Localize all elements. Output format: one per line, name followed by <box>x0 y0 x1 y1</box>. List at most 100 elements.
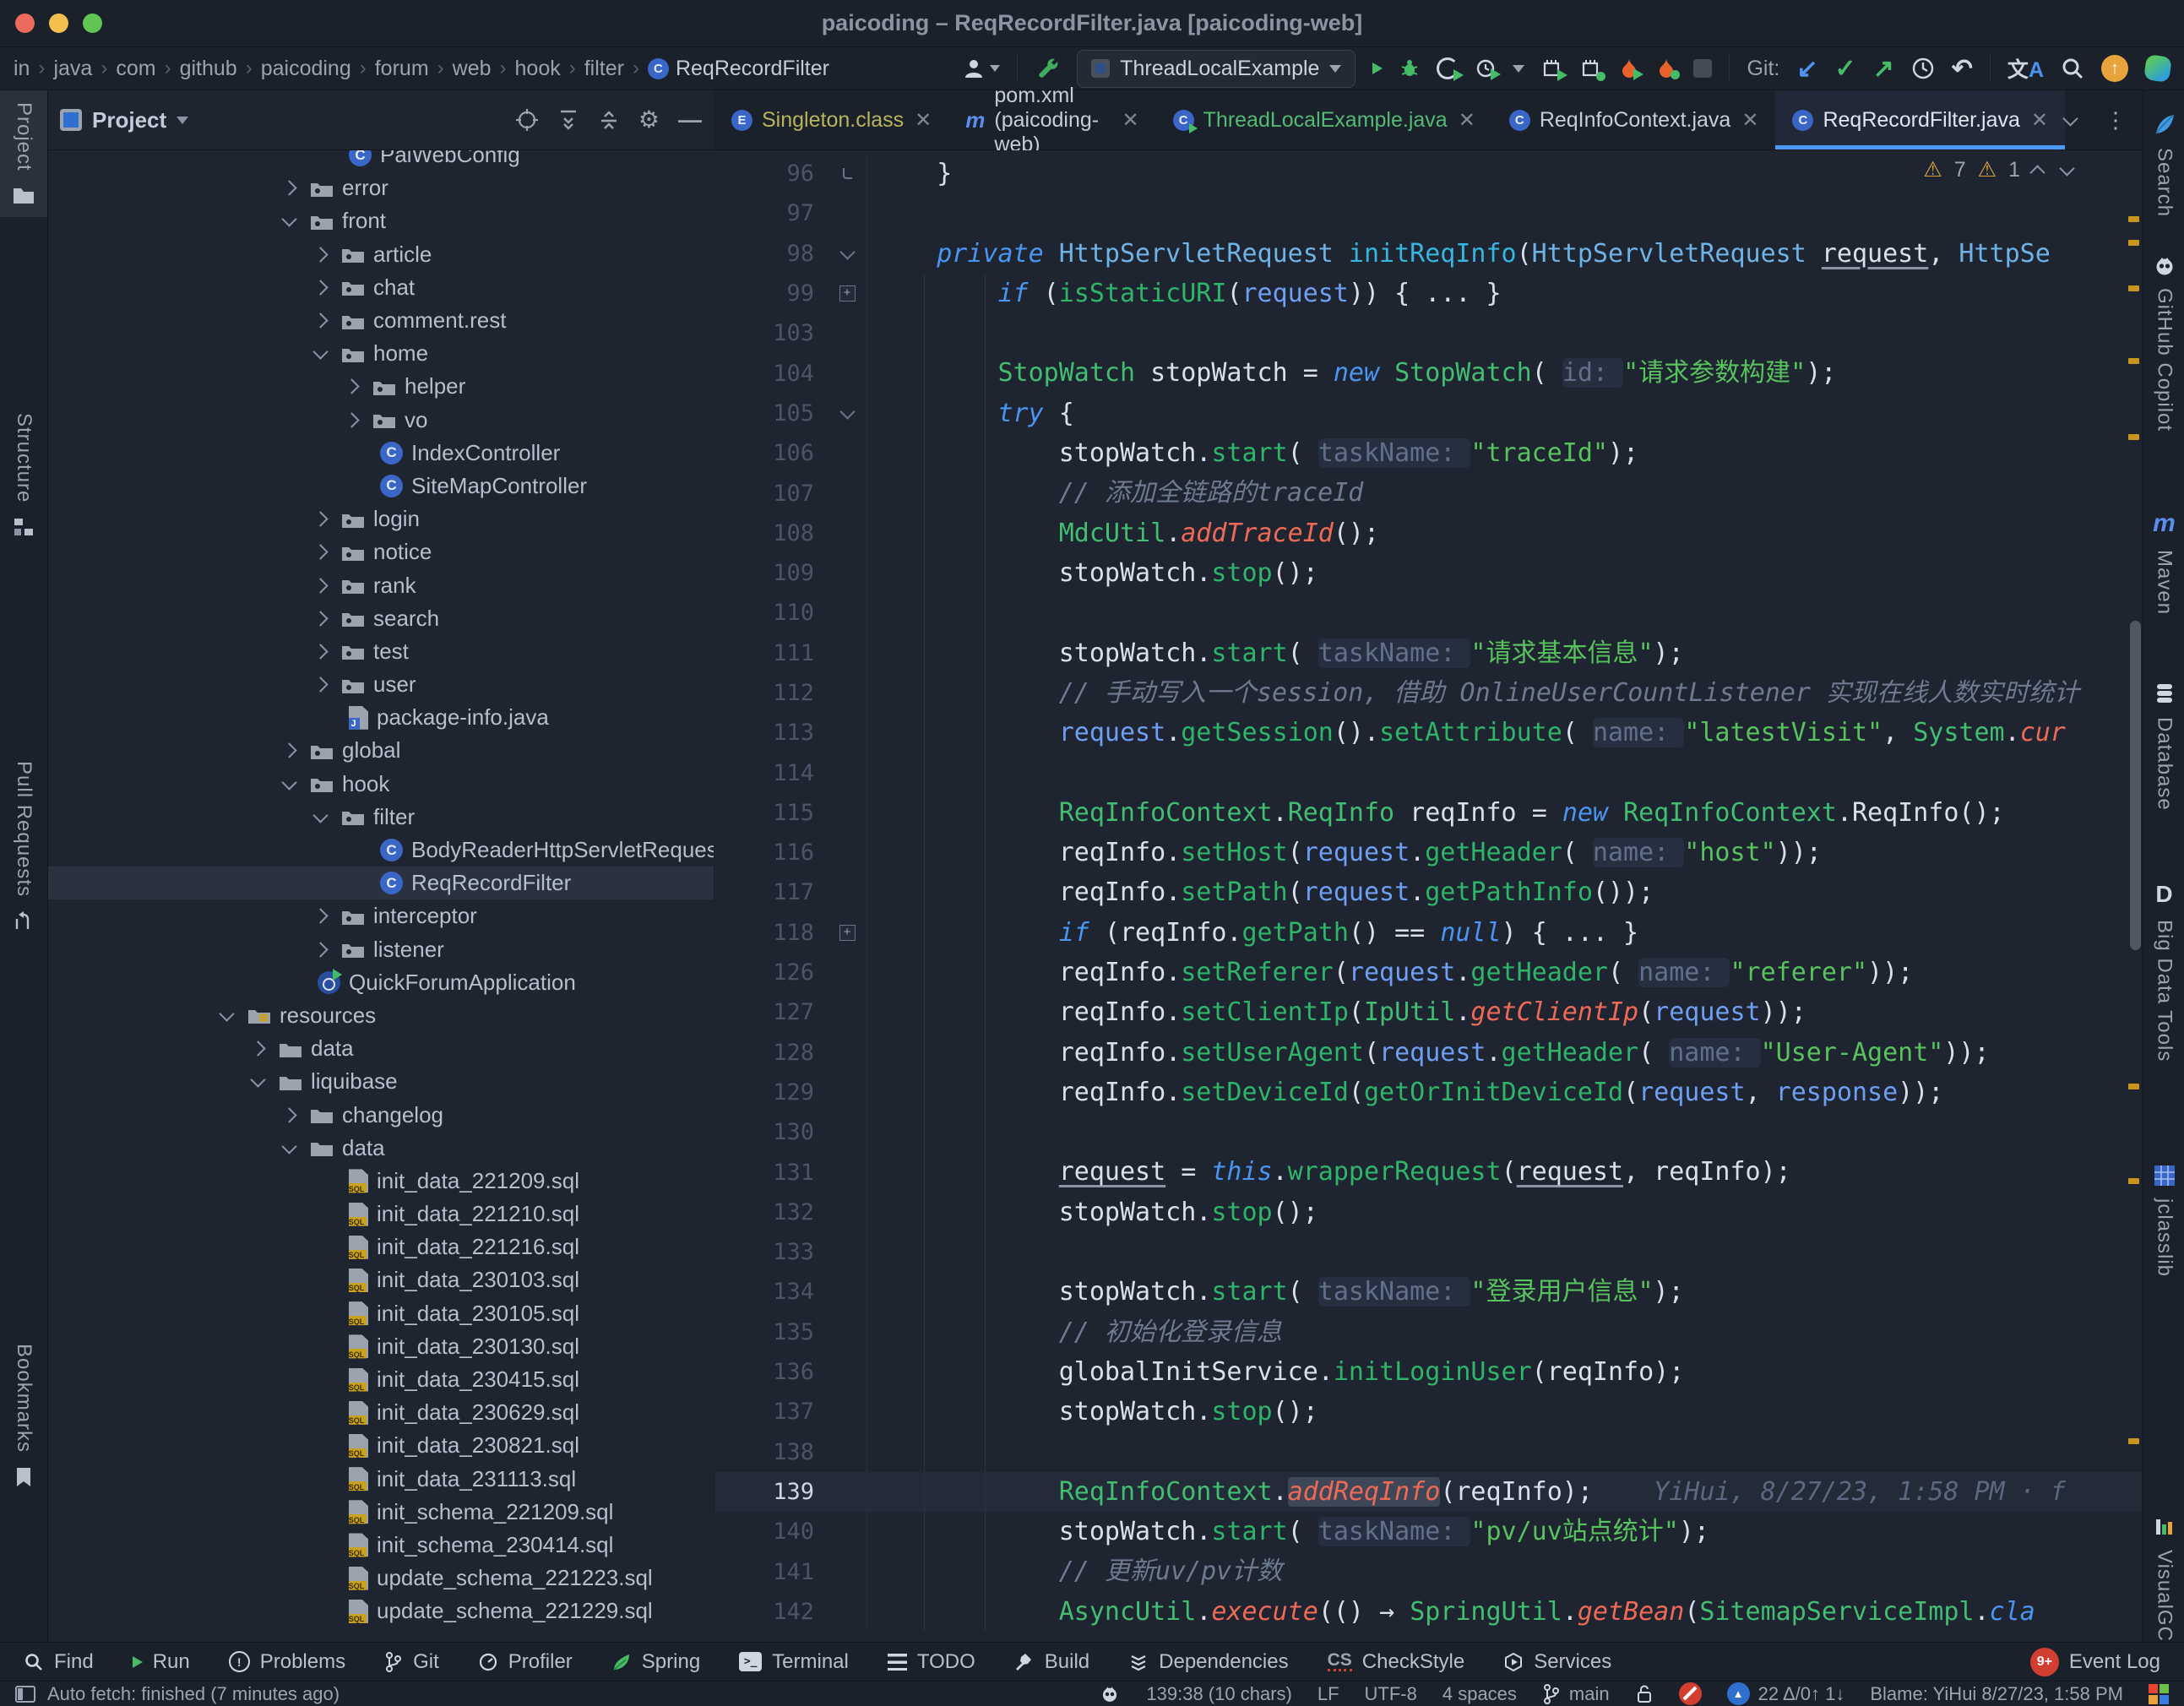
tree-row[interactable]: home <box>48 337 714 370</box>
zoom-window-icon[interactable] <box>83 14 102 33</box>
sidebar-item-project[interactable]: Project <box>0 90 47 217</box>
update-available-icon[interactable]: ↑ <box>2101 55 2128 82</box>
chevron-right-icon[interactable] <box>344 378 360 395</box>
tree-row[interactable]: SQL init_data_230415.sql <box>48 1363 714 1396</box>
chevron-right-icon[interactable] <box>344 411 360 428</box>
code-line[interactable]: 108 MdcUtil.addTraceId(); <box>714 513 2142 553</box>
tree-row[interactable]: SQL update_schema_221229.sql <box>48 1595 714 1627</box>
tree-row[interactable]: user <box>48 668 714 701</box>
sidebar-item-structure[interactable]: Structure <box>0 401 47 550</box>
tree-row[interactable]: login <box>48 503 714 535</box>
locate-icon[interactable] <box>515 108 539 132</box>
tree-row[interactable]: vo <box>48 404 714 437</box>
run-icon[interactable] <box>1372 62 1383 74</box>
code-editor[interactable]: 96 } 97 98 private HttpServletRequest init… <box>714 150 2142 1642</box>
code-line[interactable]: 126 reqInfo.setReferer(request.getHeader… <box>714 952 2142 993</box>
fold-open-icon[interactable] <box>839 404 856 420</box>
code-line[interactable]: 113 request.getSession().setAttribute( n… <box>714 713 2142 753</box>
tree-row[interactable]: listener <box>48 933 714 966</box>
inspections-widget[interactable]: ⚠ 7 ⚠ 1 <box>1923 157 2079 182</box>
status-item[interactable]: main <box>1542 1683 1610 1705</box>
flame-debug-icon[interactable] <box>1656 57 1681 79</box>
tab-threadlocalexample-java[interactable]: C ThreadLocalExample.java ✕ <box>1156 90 1492 149</box>
update-project-icon[interactable]: ↙ <box>1796 54 1817 84</box>
tool-button-services[interactable]: Services <box>1503 1650 1611 1674</box>
project-panel-title[interactable]: Project <box>60 107 189 133</box>
chevron-right-icon[interactable] <box>312 544 329 561</box>
chevron-right-icon[interactable] <box>250 1040 266 1057</box>
status-item[interactable] <box>1099 1684 1121 1704</box>
status-item[interactable] <box>1635 1684 1654 1704</box>
run-profiler-icon[interactable] <box>1541 57 1568 81</box>
code-line[interactable]: 142 AsyncUtil.execute(() → SpringUtil.ge… <box>714 1591 2142 1632</box>
breadcrumb-item[interactable]: java <box>53 57 92 81</box>
chevron-down-icon[interactable] <box>312 807 329 823</box>
close-icon[interactable]: ✕ <box>2031 108 2048 133</box>
tree-row[interactable]: chat <box>48 271 714 304</box>
tool-button-run[interactable]: Run <box>132 1650 190 1674</box>
close-icon[interactable]: ✕ <box>1459 108 1475 133</box>
fold-closed-icon[interactable]: + <box>839 924 856 941</box>
chevron-right-icon[interactable] <box>281 1106 297 1123</box>
tree-row[interactable]: data <box>48 1032 714 1065</box>
tree-row[interactable]: SQL init_data_231113.sql <box>48 1463 714 1496</box>
code-line[interactable]: 133 <box>714 1232 2142 1273</box>
tree-row[interactable]: front <box>48 204 714 237</box>
chevron-right-icon[interactable] <box>312 246 329 263</box>
tool-button-checkstyle[interactable]: CS CheckStyle <box>1327 1650 1464 1674</box>
code-line[interactable]: 110 <box>714 593 2142 633</box>
tool-button-find[interactable]: Find <box>24 1650 94 1674</box>
code-line[interactable]: 105 try { <box>714 393 2142 434</box>
tab-reqrecordfilter-java[interactable]: C ReqRecordFilter.java ✕ <box>1775 90 2065 149</box>
status-item[interactable]: Blame: YiHui 8/27/23, 1:58 PM <box>1870 1683 2123 1705</box>
status-item[interactable]: ▲ 22 Δ/0↑ 1↓ <box>1726 1682 1844 1705</box>
next-warning-icon[interactable] <box>2059 160 2075 177</box>
breadcrumb-item[interactable]: in <box>14 57 30 81</box>
sidebar-item-pull-requests[interactable]: Pull Requests <box>0 749 47 944</box>
chevron-right-icon[interactable] <box>312 941 329 958</box>
tree-row[interactable]: changelog <box>48 1098 714 1131</box>
wrench-icon[interactable] <box>1035 56 1060 81</box>
close-icon[interactable]: ✕ <box>915 108 932 133</box>
chevron-down-icon[interactable] <box>250 1072 266 1089</box>
fold-gutter[interactable]: + <box>828 273 867 314</box>
chevron-right-icon[interactable] <box>312 676 329 693</box>
breadcrumb-item[interactable]: github <box>180 57 237 81</box>
status-item[interactable]: UTF-8 <box>1365 1683 1417 1705</box>
fold-open-icon[interactable] <box>839 244 856 260</box>
translate-icon[interactable]: 文A <box>2007 53 2044 84</box>
sidebar-item-bookmarks[interactable]: Bookmarks <box>0 1332 47 1500</box>
tree-row[interactable]: C SiteMapController <box>48 470 714 503</box>
commit-icon[interactable]: ✓ <box>1835 54 1856 84</box>
gear-icon[interactable]: ⚙ <box>638 108 660 132</box>
tree-row[interactable]: search <box>48 602 714 635</box>
tool-button-spring[interactable]: Spring <box>611 1650 700 1674</box>
tree-row[interactable]: SQL init_data_221210.sql <box>48 1198 714 1231</box>
code-line[interactable]: 112 // 手动写入一个session, 借助 OnlineUserCount… <box>714 672 2142 714</box>
tool-button-event-log[interactable]: 9+ Event Log <box>2029 1647 2160 1676</box>
status-item[interactable] <box>2149 1683 2169 1704</box>
code-line[interactable]: 139 ReqInfoContext.addReqInfo(reqInfo); … <box>714 1471 2142 1513</box>
tree-row[interactable]: QuickForumApplication <box>48 966 714 999</box>
tree-row[interactable]: helper <box>48 370 714 403</box>
chevron-right-icon[interactable] <box>312 577 329 594</box>
rollback-icon[interactable]: ↶ <box>1952 54 1973 84</box>
status-item[interactable]: 139:38 (10 chars) <box>1146 1683 1291 1705</box>
sidebar-item-search[interactable]: Search <box>2143 112 2184 217</box>
breadcrumb-item[interactable]: paicoding <box>261 57 351 81</box>
code-line[interactable]: 136 globalInitService.initLoginUser(reqI… <box>714 1351 2142 1393</box>
sidebar-item-jclasslib[interactable]: jclasslib <box>2143 1165 2184 1277</box>
chevron-down-icon[interactable] <box>281 1138 297 1155</box>
profile-icon[interactable] <box>1475 58 1502 80</box>
tree-row[interactable]: filter <box>48 801 714 834</box>
tree-row[interactable]: SQL init_data_230629.sql <box>48 1396 714 1429</box>
tool-button-terminal[interactable]: >_ Terminal <box>739 1650 849 1674</box>
breadcrumb-item[interactable]: web <box>453 57 492 81</box>
tree-row[interactable]: interceptor <box>48 899 714 932</box>
code-line[interactable]: 134 stopWatch.start( taskName: "登录用户信息")… <box>714 1272 2142 1312</box>
code-line[interactable]: 141 // 更新uv/pv计数 <box>714 1551 2142 1592</box>
kebab-menu-icon[interactable]: ⋮ <box>2105 107 2127 133</box>
code-line[interactable]: 117 reqInfo.setPath(request.getPathInfo(… <box>714 872 2142 913</box>
expand-all-icon[interactable] <box>557 109 579 131</box>
fold-gutter[interactable] <box>828 233 867 274</box>
